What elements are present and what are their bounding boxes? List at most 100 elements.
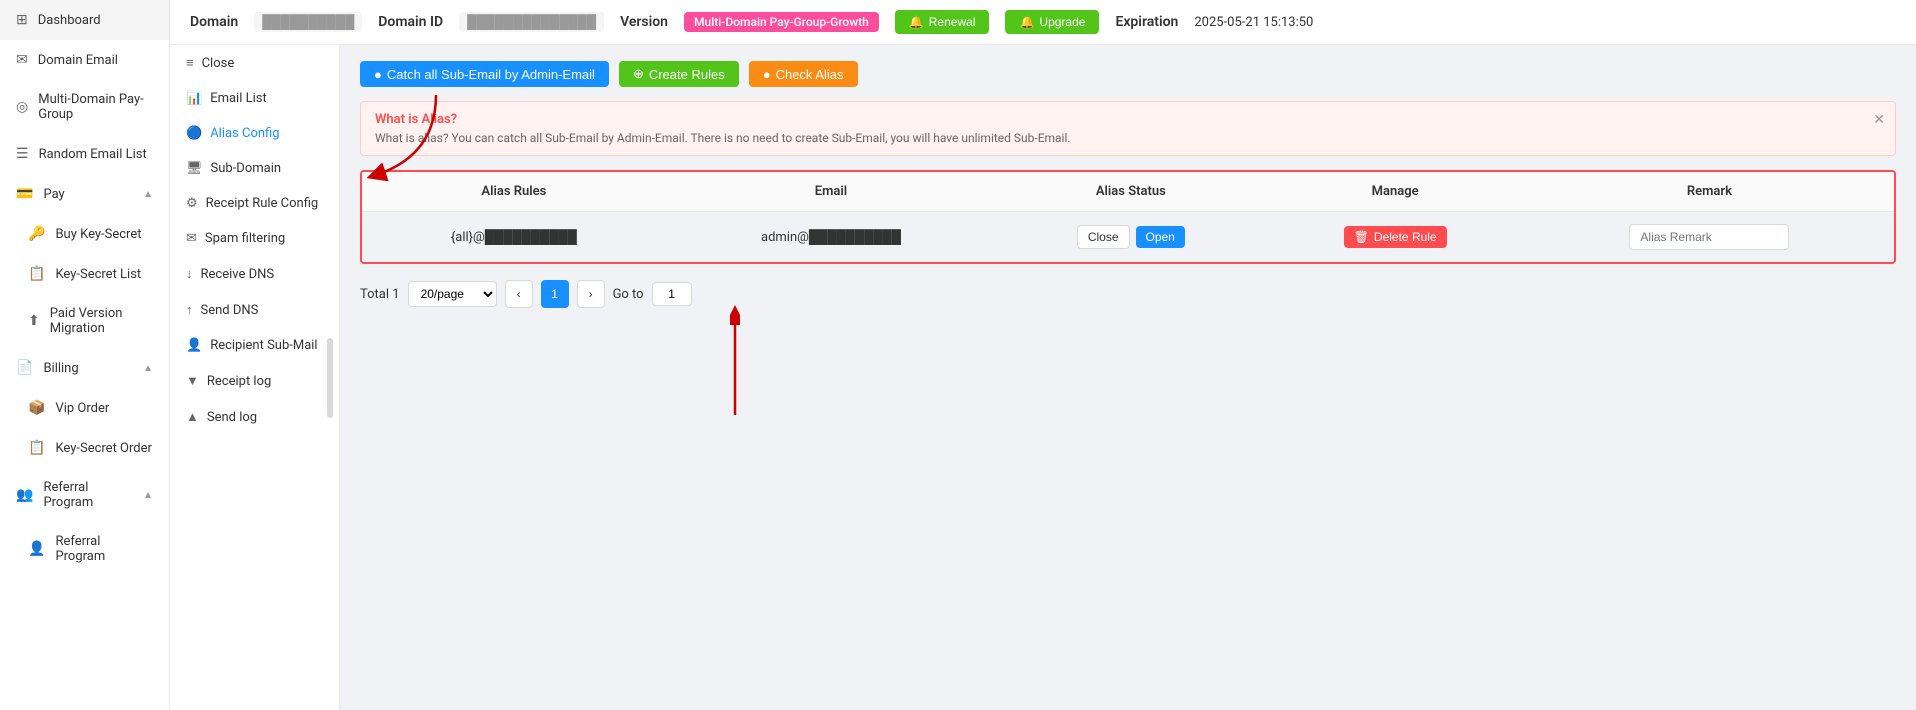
- col-manage: Manage: [1265, 172, 1524, 212]
- next-page-button[interactable]: ›: [577, 280, 605, 308]
- sidebar-label-referral-group: Referral Program: [43, 480, 133, 510]
- referral-program-icon: 👤: [28, 541, 45, 557]
- sidebar-item-key-secret-order[interactable]: 📋 Key-Secret Order: [0, 428, 169, 468]
- remark-input[interactable]: [1629, 224, 1789, 250]
- sub-nav-close[interactable]: ≡ Close: [170, 45, 339, 81]
- version-label: Version: [620, 14, 668, 30]
- paid-migration-icon: ⬆: [28, 313, 40, 329]
- sidebar-label-dashboard: Dashboard: [38, 13, 101, 28]
- sidebar-item-referral-group[interactable]: 👥 Referral Program ▲: [0, 468, 169, 522]
- sidebar-label-pay: Pay: [43, 187, 64, 202]
- sub-nav-receive-dns[interactable]: ↓ Receive DNS: [170, 256, 339, 292]
- alert-banner: What is Alias? What is alias? You can ca…: [360, 101, 1896, 156]
- sub-nav-receive-dns-label: Receive DNS: [201, 267, 275, 282]
- sidebar-label-random-email: Random Email List: [39, 147, 147, 162]
- receive-dns-nav-icon: ↓: [186, 266, 193, 282]
- prev-page-button[interactable]: ‹: [505, 280, 533, 308]
- send-log-nav-icon: ▲: [186, 409, 199, 425]
- close-status-button[interactable]: Close: [1077, 225, 1130, 249]
- sidebar-item-domain-email[interactable]: ✉ Domain Email: [0, 40, 169, 80]
- sidebar-item-paid-migration[interactable]: ⬆ Paid Version Migration: [0, 294, 169, 348]
- delete-rule-button[interactable]: 🗑 Delete Rule: [1344, 226, 1447, 248]
- sub-nav-send-log[interactable]: ▲ Send log: [170, 399, 339, 435]
- col-remark: Remark: [1525, 172, 1894, 212]
- current-page-number: 1: [551, 287, 558, 301]
- sub-nav-sub-domain-label: Sub-Domain: [211, 161, 282, 176]
- renewal-button[interactable]: 🔔 Renewal: [895, 10, 990, 34]
- sub-nav-send-dns-label: Send DNS: [201, 303, 259, 318]
- sub-nav-email-list[interactable]: 📊 Email List: [170, 81, 339, 116]
- spam-nav-icon: ✉: [186, 231, 197, 246]
- current-page-button[interactable]: 1: [541, 280, 569, 308]
- sidebar-item-buy-key[interactable]: 🔑 Buy Key-Secret: [0, 214, 169, 254]
- domain-email-icon: ✉: [16, 52, 28, 68]
- sidebar-item-multi-domain[interactable]: ◎ Multi-Domain Pay-Group: [0, 80, 169, 134]
- total-label: Total 1: [360, 287, 400, 302]
- pay-collapse-icon: ▲: [143, 189, 153, 200]
- open-status-button[interactable]: Open: [1136, 226, 1185, 248]
- sub-nav-send-dns[interactable]: ↑ Send DNS: [170, 292, 339, 328]
- send-dns-nav-icon: ↑: [186, 302, 193, 318]
- sub-nav-alias-config[interactable]: 🔵 Alias Config: [170, 116, 339, 151]
- key-secret-list-icon: 📋: [28, 266, 45, 282]
- sub-nav-receipt-log-label: Receipt log: [207, 374, 271, 389]
- upgrade-button[interactable]: 🔔 Upgrade: [1005, 10, 1099, 34]
- pagination: Total 1 20/page 50/page 100/page ‹ 1 › G…: [360, 280, 1896, 308]
- sidebar-item-pay[interactable]: 💳 Pay ▲: [0, 174, 169, 214]
- sidebar-item-referral-program[interactable]: 👤 Referral Program: [0, 522, 169, 576]
- receipt-log-nav-icon: ▼: [186, 373, 199, 389]
- sidebar-label-key-secret-list: Key-Secret List: [55, 267, 141, 282]
- expiration-value: 2025-05-21 15:13:50: [1194, 15, 1313, 30]
- manage-cell: 🗑 Delete Rule: [1265, 212, 1524, 263]
- delete-icon: 🗑: [1354, 230, 1369, 244]
- table-header-row: Alias Rules Email Alias Status Manage Re…: [362, 172, 1894, 212]
- sub-nav-recipient-sub-label: Recipient Sub-Mail: [210, 338, 317, 353]
- sidebar-label-key-secret-order: Key-Secret Order: [55, 441, 151, 456]
- catch-all-icon: ●: [374, 67, 382, 82]
- delete-rule-label: Delete Rule: [1374, 230, 1437, 244]
- create-rules-label: Create Rules: [649, 67, 725, 82]
- multi-domain-icon: ◎: [16, 99, 28, 115]
- col-alias-rules: Alias Rules: [362, 172, 666, 212]
- create-rules-button[interactable]: ⊕ Create Rules: [619, 61, 739, 87]
- sub-nav-spam[interactable]: ✉ Spam filtering: [170, 221, 339, 256]
- recipient-sub-nav-icon: 👤: [186, 338, 202, 353]
- open-status-label: Open: [1146, 230, 1175, 244]
- arrow-annotation-up: [730, 305, 740, 425]
- catch-all-button[interactable]: ● Catch all Sub-Email by Admin-Email: [360, 61, 609, 87]
- pay-icon: 💳: [16, 186, 33, 202]
- referral-group-icon: 👥: [16, 487, 33, 503]
- renewal-icon: 🔔: [909, 15, 924, 29]
- check-alias-label: Check Alias: [776, 67, 844, 82]
- sidebar-item-dashboard[interactable]: ⊞ Dashboard: [0, 0, 169, 40]
- alert-close-button[interactable]: ✕: [1873, 112, 1885, 128]
- sidebar-label-vip-order: Vip Order: [55, 401, 109, 416]
- close-nav-icon: ≡: [186, 55, 194, 71]
- per-page-select[interactable]: 20/page 50/page 100/page: [408, 281, 497, 307]
- alert-title: What is Alias?: [375, 112, 1881, 127]
- remark-cell: [1525, 212, 1894, 263]
- sub-nav-receipt-rule[interactable]: ⚙ Receipt Rule Config: [170, 186, 339, 221]
- referral-group-collapse-icon: ▲: [143, 490, 153, 501]
- main-panel: Domain ██████████ Domain ID ████████████…: [170, 0, 1916, 710]
- table-row: {all}@██████████ admin@██████████ Close …: [362, 212, 1894, 263]
- sidebar-item-vip-order[interactable]: 📦 Vip Order: [0, 388, 169, 428]
- sub-nav-sub-domain[interactable]: 🖥 Sub-Domain: [170, 151, 339, 186]
- sub-nav-recipient-sub[interactable]: 👤 Recipient Sub-Mail: [170, 328, 339, 363]
- sidebar-item-key-secret-list[interactable]: 📋 Key-Secret List: [0, 254, 169, 294]
- goto-input[interactable]: [652, 282, 692, 306]
- sub-nav-email-list-label: Email List: [210, 91, 267, 106]
- sidebar-label-domain-email: Domain Email: [38, 53, 118, 68]
- check-alias-button[interactable]: ● Check Alias: [749, 61, 858, 87]
- sub-nav-send-log-label: Send log: [207, 410, 257, 425]
- receipt-rule-nav-icon: ⚙: [186, 196, 198, 211]
- sidebar-item-billing[interactable]: 📄 Billing ▲: [0, 348, 169, 388]
- domain-label: Domain: [190, 14, 238, 30]
- renewal-label: Renewal: [929, 15, 976, 29]
- random-email-icon: ☰: [16, 146, 29, 162]
- sub-nav-receipt-log[interactable]: ▼ Receipt log: [170, 363, 339, 399]
- sidebar-item-random-email[interactable]: ☰ Random Email List: [0, 134, 169, 174]
- sidebar-label-paid-migration: Paid Version Migration: [50, 306, 153, 336]
- version-badge: Multi-Domain Pay-Group-Growth: [684, 12, 879, 32]
- alias-status-cell: Close Open: [996, 212, 1265, 263]
